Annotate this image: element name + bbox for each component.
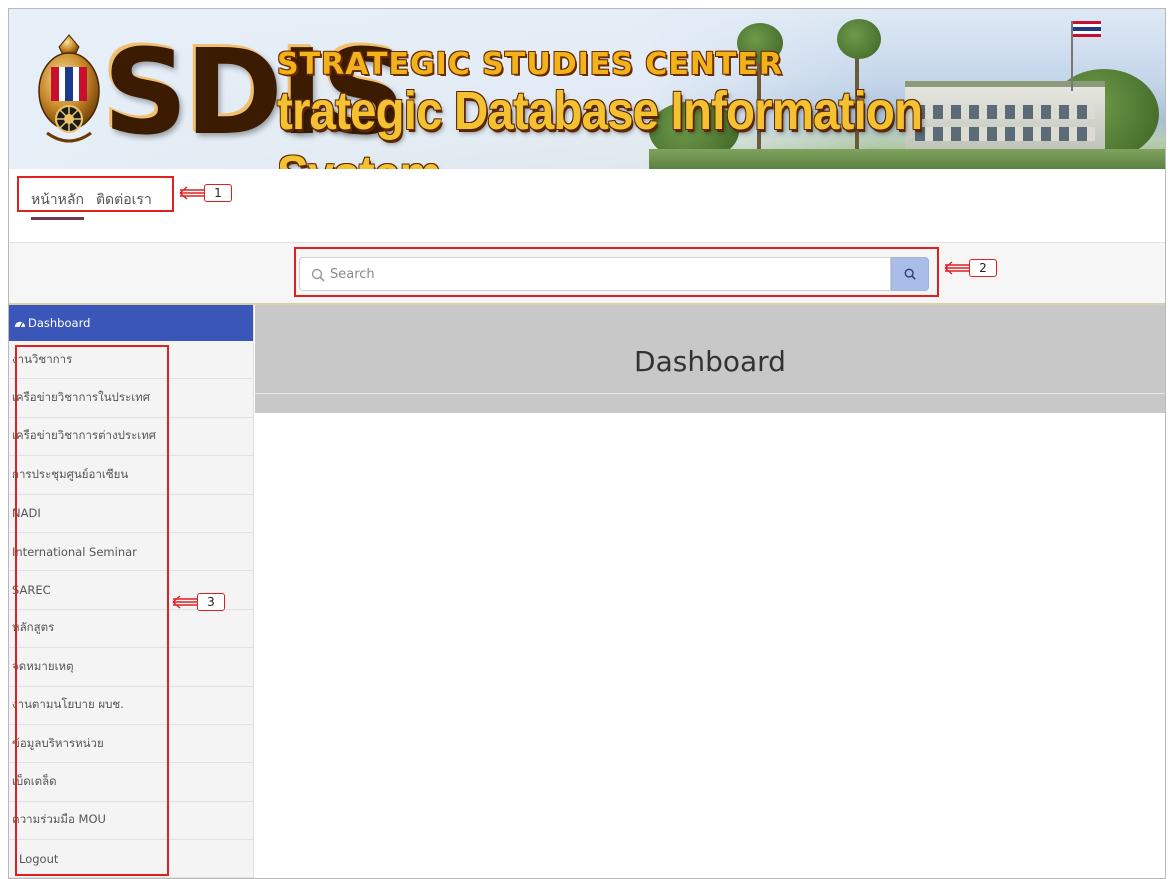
top-navigation: หน้าหลัก ติดต่อเรา: [9, 169, 1165, 243]
sidebar-item-dashboard[interactable]: Dashboard: [9, 305, 253, 341]
main-content: Dashboard: [255, 305, 1165, 878]
arrow-left-icon: [172, 595, 197, 609]
flag-icon: [1073, 21, 1101, 37]
header-banner: SDIS STRATEGIC STUDIES CENTER trategic D…: [9, 9, 1165, 169]
annotation-number-2: 2: [969, 259, 997, 277]
dashboard-icon: [14, 321, 26, 327]
annotation-callout-2: 2: [943, 259, 997, 277]
sidebar-header-label: Dashboard: [28, 316, 91, 330]
arrow-left-icon: [179, 186, 204, 200]
annotation-number-1: 1: [204, 184, 232, 202]
annotation-box-3: [15, 345, 169, 876]
annotation-box-1: [17, 176, 174, 212]
annotation-box-2: [294, 247, 939, 297]
arrow-left-icon: [944, 261, 969, 275]
annotation-number-3: 3: [197, 593, 225, 611]
system-name-text: trategic Database Information System: [277, 81, 923, 169]
annotation-callout-3: 3: [171, 593, 225, 611]
page-title: Dashboard: [634, 345, 786, 378]
military-emblem-logo: [38, 34, 100, 143]
page-frame: SDIS STRATEGIC STUDIES CENTER trategic D…: [8, 8, 1166, 879]
annotation-callout-1: 1: [178, 184, 232, 202]
dashboard-header: Dashboard: [255, 305, 1165, 413]
strategic-studies-center-text: STRATEGIC STUDIES CENTER: [277, 47, 783, 82]
